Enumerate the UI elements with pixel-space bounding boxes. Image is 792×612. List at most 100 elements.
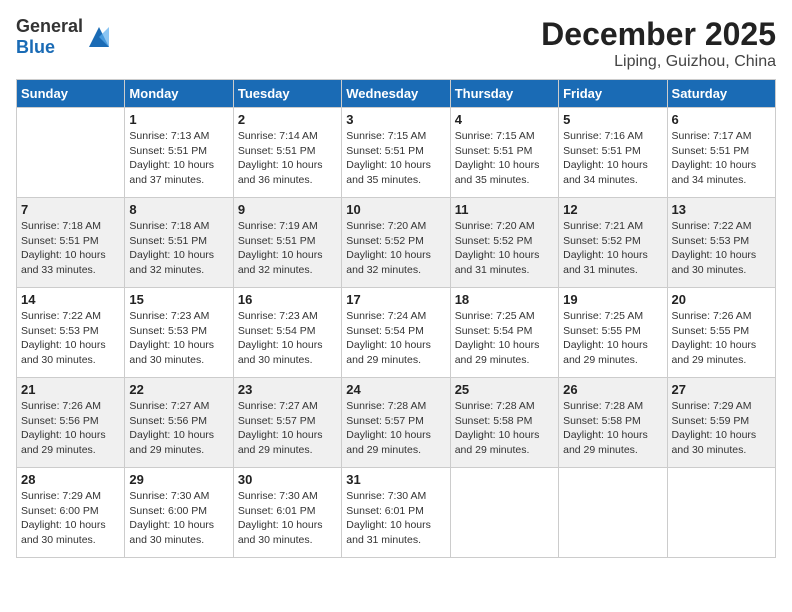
calendar-cell: 28 Sunrise: 7:29 AMSunset: 6:00 PMDaylig… xyxy=(17,468,125,558)
calendar-cell: 26 Sunrise: 7:28 AMSunset: 5:58 PMDaylig… xyxy=(559,378,667,468)
calendar-cell xyxy=(450,468,558,558)
day-number: 18 xyxy=(455,292,554,307)
day-info: Sunrise: 7:22 AMSunset: 5:53 PMDaylight:… xyxy=(672,220,757,276)
day-info: Sunrise: 7:23 AMSunset: 5:54 PMDaylight:… xyxy=(238,310,323,366)
day-number: 17 xyxy=(346,292,445,307)
day-info: Sunrise: 7:25 AMSunset: 5:55 PMDaylight:… xyxy=(563,310,648,366)
day-number: 13 xyxy=(672,202,771,217)
calendar-week-row: 21 Sunrise: 7:26 AMSunset: 5:56 PMDaylig… xyxy=(17,378,776,468)
calendar-cell: 24 Sunrise: 7:28 AMSunset: 5:57 PMDaylig… xyxy=(342,378,450,468)
day-number: 25 xyxy=(455,382,554,397)
day-number: 21 xyxy=(21,382,120,397)
day-number: 14 xyxy=(21,292,120,307)
calendar-cell: 4 Sunrise: 7:15 AMSunset: 5:51 PMDayligh… xyxy=(450,108,558,198)
day-number: 3 xyxy=(346,112,445,127)
day-info: Sunrise: 7:20 AMSunset: 5:52 PMDaylight:… xyxy=(346,220,431,276)
day-number: 24 xyxy=(346,382,445,397)
calendar-cell: 6 Sunrise: 7:17 AMSunset: 5:51 PMDayligh… xyxy=(667,108,775,198)
calendar-week-row: 28 Sunrise: 7:29 AMSunset: 6:00 PMDaylig… xyxy=(17,468,776,558)
day-number: 26 xyxy=(563,382,662,397)
title-block: December 2025 Liping, Guizhou, China xyxy=(541,16,776,71)
day-info: Sunrise: 7:29 AMSunset: 5:59 PMDaylight:… xyxy=(672,400,757,456)
calendar-week-row: 1 Sunrise: 7:13 AMSunset: 5:51 PMDayligh… xyxy=(17,108,776,198)
day-info: Sunrise: 7:26 AMSunset: 5:56 PMDaylight:… xyxy=(21,400,106,456)
day-info: Sunrise: 7:24 AMSunset: 5:54 PMDaylight:… xyxy=(346,310,431,366)
calendar-cell: 17 Sunrise: 7:24 AMSunset: 5:54 PMDaylig… xyxy=(342,288,450,378)
calendar-cell: 7 Sunrise: 7:18 AMSunset: 5:51 PMDayligh… xyxy=(17,198,125,288)
day-header-sunday: Sunday xyxy=(17,80,125,108)
calendar-week-row: 7 Sunrise: 7:18 AMSunset: 5:51 PMDayligh… xyxy=(17,198,776,288)
day-info: Sunrise: 7:17 AMSunset: 5:51 PMDaylight:… xyxy=(672,130,757,186)
day-header-thursday: Thursday xyxy=(450,80,558,108)
calendar-cell: 21 Sunrise: 7:26 AMSunset: 5:56 PMDaylig… xyxy=(17,378,125,468)
calendar-cell: 25 Sunrise: 7:28 AMSunset: 5:58 PMDaylig… xyxy=(450,378,558,468)
day-info: Sunrise: 7:30 AMSunset: 6:01 PMDaylight:… xyxy=(238,490,323,546)
day-number: 4 xyxy=(455,112,554,127)
day-info: Sunrise: 7:22 AMSunset: 5:53 PMDaylight:… xyxy=(21,310,106,366)
day-header-monday: Monday xyxy=(125,80,233,108)
day-info: Sunrise: 7:23 AMSunset: 5:53 PMDaylight:… xyxy=(129,310,214,366)
day-number: 1 xyxy=(129,112,228,127)
calendar-cell: 14 Sunrise: 7:22 AMSunset: 5:53 PMDaylig… xyxy=(17,288,125,378)
day-info: Sunrise: 7:26 AMSunset: 5:55 PMDaylight:… xyxy=(672,310,757,366)
calendar-cell: 10 Sunrise: 7:20 AMSunset: 5:52 PMDaylig… xyxy=(342,198,450,288)
calendar-cell: 23 Sunrise: 7:27 AMSunset: 5:57 PMDaylig… xyxy=(233,378,341,468)
calendar-header-row: SundayMondayTuesdayWednesdayThursdayFrid… xyxy=(17,80,776,108)
day-number: 27 xyxy=(672,382,771,397)
calendar-cell: 20 Sunrise: 7:26 AMSunset: 5:55 PMDaylig… xyxy=(667,288,775,378)
day-number: 20 xyxy=(672,292,771,307)
day-info: Sunrise: 7:29 AMSunset: 6:00 PMDaylight:… xyxy=(21,490,106,546)
calendar-cell: 8 Sunrise: 7:18 AMSunset: 5:51 PMDayligh… xyxy=(125,198,233,288)
day-header-wednesday: Wednesday xyxy=(342,80,450,108)
day-number: 10 xyxy=(346,202,445,217)
day-number: 11 xyxy=(455,202,554,217)
day-info: Sunrise: 7:19 AMSunset: 5:51 PMDaylight:… xyxy=(238,220,323,276)
day-header-saturday: Saturday xyxy=(667,80,775,108)
day-number: 15 xyxy=(129,292,228,307)
day-info: Sunrise: 7:30 AMSunset: 6:01 PMDaylight:… xyxy=(346,490,431,546)
day-number: 19 xyxy=(563,292,662,307)
day-info: Sunrise: 7:13 AMSunset: 5:51 PMDaylight:… xyxy=(129,130,214,186)
day-info: Sunrise: 7:28 AMSunset: 5:58 PMDaylight:… xyxy=(563,400,648,456)
day-info: Sunrise: 7:21 AMSunset: 5:52 PMDaylight:… xyxy=(563,220,648,276)
day-number: 31 xyxy=(346,472,445,487)
page-header: General Blue December 2025 Liping, Guizh… xyxy=(16,16,776,71)
month-title: December 2025 xyxy=(541,16,776,53)
day-info: Sunrise: 7:16 AMSunset: 5:51 PMDaylight:… xyxy=(563,130,648,186)
day-number: 22 xyxy=(129,382,228,397)
calendar-cell xyxy=(17,108,125,198)
calendar-cell: 29 Sunrise: 7:30 AMSunset: 6:00 PMDaylig… xyxy=(125,468,233,558)
day-number: 16 xyxy=(238,292,337,307)
calendar-cell: 19 Sunrise: 7:25 AMSunset: 5:55 PMDaylig… xyxy=(559,288,667,378)
day-info: Sunrise: 7:14 AMSunset: 5:51 PMDaylight:… xyxy=(238,130,323,186)
day-number: 9 xyxy=(238,202,337,217)
calendar-cell xyxy=(559,468,667,558)
logo: General Blue xyxy=(16,16,113,58)
logo-general: General xyxy=(16,16,83,36)
calendar-cell: 3 Sunrise: 7:15 AMSunset: 5:51 PMDayligh… xyxy=(342,108,450,198)
calendar-cell: 16 Sunrise: 7:23 AMSunset: 5:54 PMDaylig… xyxy=(233,288,341,378)
day-number: 6 xyxy=(672,112,771,127)
calendar-cell: 9 Sunrise: 7:19 AMSunset: 5:51 PMDayligh… xyxy=(233,198,341,288)
calendar-cell: 22 Sunrise: 7:27 AMSunset: 5:56 PMDaylig… xyxy=(125,378,233,468)
calendar-cell: 13 Sunrise: 7:22 AMSunset: 5:53 PMDaylig… xyxy=(667,198,775,288)
location-title: Liping, Guizhou, China xyxy=(541,53,776,71)
day-number: 29 xyxy=(129,472,228,487)
day-info: Sunrise: 7:30 AMSunset: 6:00 PMDaylight:… xyxy=(129,490,214,546)
logo-blue: Blue xyxy=(16,37,55,57)
day-info: Sunrise: 7:28 AMSunset: 5:58 PMDaylight:… xyxy=(455,400,540,456)
calendar-cell: 2 Sunrise: 7:14 AMSunset: 5:51 PMDayligh… xyxy=(233,108,341,198)
calendar-week-row: 14 Sunrise: 7:22 AMSunset: 5:53 PMDaylig… xyxy=(17,288,776,378)
day-number: 5 xyxy=(563,112,662,127)
calendar-cell: 31 Sunrise: 7:30 AMSunset: 6:01 PMDaylig… xyxy=(342,468,450,558)
calendar-cell xyxy=(667,468,775,558)
day-header-friday: Friday xyxy=(559,80,667,108)
day-info: Sunrise: 7:15 AMSunset: 5:51 PMDaylight:… xyxy=(346,130,431,186)
day-number: 2 xyxy=(238,112,337,127)
day-number: 23 xyxy=(238,382,337,397)
calendar-cell: 18 Sunrise: 7:25 AMSunset: 5:54 PMDaylig… xyxy=(450,288,558,378)
day-info: Sunrise: 7:15 AMSunset: 5:51 PMDaylight:… xyxy=(455,130,540,186)
day-number: 30 xyxy=(238,472,337,487)
day-number: 7 xyxy=(21,202,120,217)
calendar-cell: 1 Sunrise: 7:13 AMSunset: 5:51 PMDayligh… xyxy=(125,108,233,198)
